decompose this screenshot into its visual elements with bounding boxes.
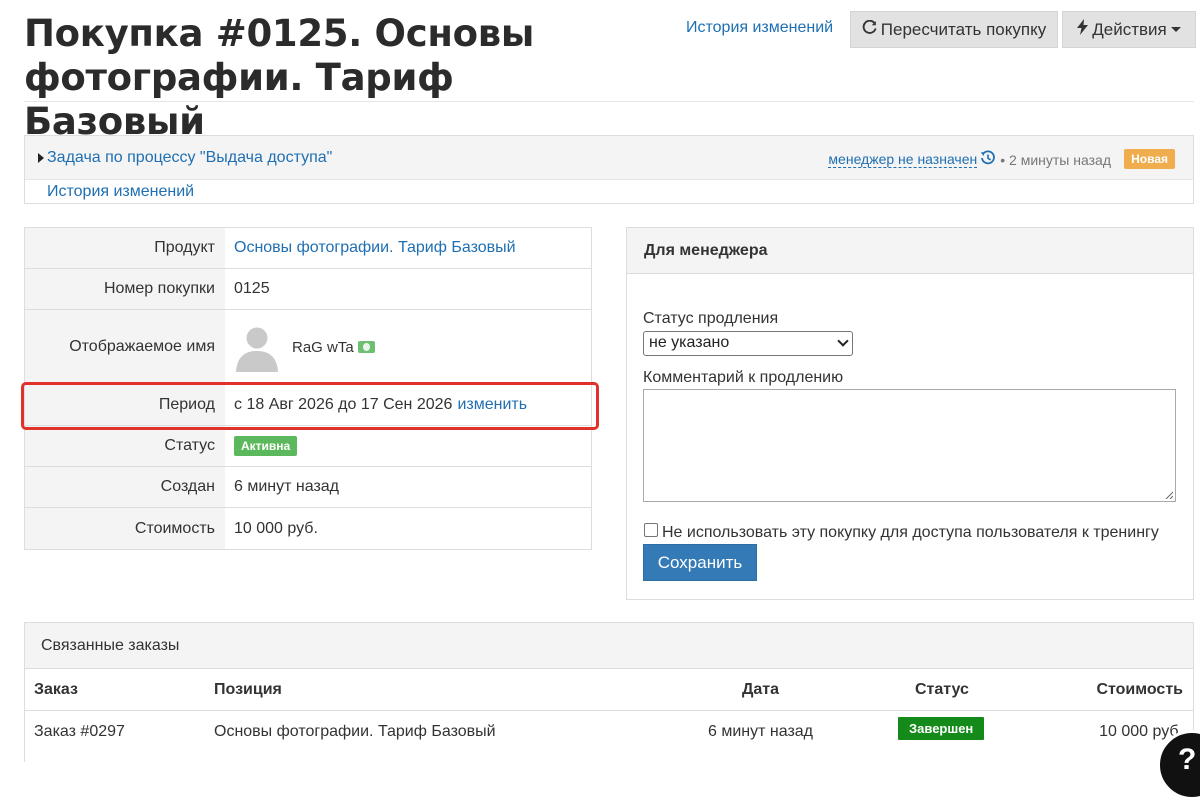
new-badge: Новая [1124, 149, 1175, 169]
cost-label: Стоимость [25, 508, 225, 549]
related-orders-panel: Связанные заказы Заказ Позиция Дата Стат… [24, 622, 1194, 762]
manager-link[interactable]: менеджер не назначен [828, 151, 978, 168]
info-row-name: Отображаемое имя RaG wTa [25, 310, 591, 385]
manager-panel-title: Для менеджера [627, 228, 1193, 274]
order-status-cell: Завершен [898, 717, 985, 740]
info-row-cost: Стоимость 10 000 руб. [25, 508, 591, 549]
history-clock-icon[interactable] [980, 150, 996, 169]
task-meta: менеджер не назначен • 2 минуты назад [828, 150, 1111, 169]
task-bar: Задача по процессу "Выдача доступа" мене… [25, 136, 1193, 180]
avatar[interactable] [234, 322, 280, 372]
exclude-checkbox[interactable] [644, 523, 658, 537]
created-label: Создан [25, 467, 225, 507]
expand-triangle-icon[interactable] [38, 153, 44, 163]
order-status-badge: Завершен [898, 717, 985, 740]
comment-textarea[interactable] [643, 389, 1176, 502]
period-label: Период [25, 385, 225, 425]
number-value: 0125 [234, 280, 270, 297]
col-header-status: Статус [915, 681, 969, 698]
related-orders-title: Связанные заказы [25, 623, 1193, 669]
exclude-checkbox-label[interactable]: Не использовать эту покупку для доступа … [662, 524, 1159, 542]
manager-panel: Для менеджера Статус продления не указан… [626, 227, 1194, 600]
order-link[interactable]: Заказ #0297 [34, 723, 125, 741]
recalc-button[interactable]: Пересчитать покупку [850, 11, 1058, 48]
period-change-link[interactable]: изменить [457, 396, 527, 414]
actions-label: Действия [1092, 19, 1167, 39]
task-history-link[interactable]: История изменений [47, 183, 194, 201]
cost-value: 10 000 руб. [234, 519, 318, 537]
resize-grip-icon[interactable] [1165, 491, 1173, 499]
page-title: Покупка #0125. Основы фотографии. Тариф … [24, 12, 535, 143]
task-time: • 2 минуты назад [1000, 151, 1111, 168]
status-label: Статус [25, 426, 225, 466]
money-icon [357, 341, 375, 353]
created-value: 6 минут назад [234, 478, 340, 495]
renewal-status-label: Статус продления [643, 310, 779, 327]
status-badge: Активна [234, 436, 298, 456]
product-link[interactable]: Основы фотографии. Тариф Базовый [234, 239, 516, 257]
purchase-info-table: Продукт Основы фотографии. Тариф Базовый… [24, 227, 592, 550]
comment-label: Комментарий к продлению [643, 369, 844, 386]
name-label: Отображаемое имя [25, 310, 225, 384]
product-label: Продукт [25, 228, 225, 268]
col-header-order: Заказ [34, 681, 78, 698]
number-label: Номер покупки [25, 269, 225, 309]
period-value: с 18 Авг 2026 до 17 Сен 2026 [234, 396, 453, 413]
info-row-period: Период с 18 Авг 2026 до 17 Сен 2026 изме… [25, 385, 591, 426]
col-header-date: Дата [742, 681, 780, 698]
info-row-created: Создан 6 минут назад [25, 467, 591, 508]
order-date: 6 минут назад [708, 723, 814, 740]
actions-dropdown[interactable]: Действия [1062, 11, 1196, 48]
history-link[interactable]: История изменений [686, 19, 833, 37]
task-panel: Задача по процессу "Выдача доступа" мене… [24, 135, 1194, 204]
info-row-number: Номер покупки 0125 [25, 269, 591, 310]
order-position: Основы фотографии. Тариф Базовый [214, 723, 496, 740]
info-row-status: Статус Активна [25, 426, 591, 467]
recalc-button-label: Пересчитать покупку [880, 19, 1047, 39]
col-header-position: Позиция [214, 681, 282, 698]
task-title-link[interactable]: Задача по процессу "Выдача доступа" [47, 149, 332, 167]
refresh-icon [862, 19, 877, 40]
chevron-down-icon [837, 335, 849, 347]
info-row-product: Продукт Основы фотографии. Тариф Базовый [25, 228, 591, 269]
user-name[interactable]: RaG wTa [292, 339, 354, 356]
renewal-status-select[interactable]: не указано [643, 331, 853, 356]
renewal-status-value: не указано [649, 334, 730, 351]
caret-down-icon [1170, 27, 1181, 32]
save-button[interactable]: Сохранить [643, 544, 757, 581]
bolt-icon [1077, 19, 1089, 40]
col-header-cost: Стоимость [1096, 681, 1183, 698]
table-divider [25, 710, 1193, 711]
header-divider [24, 101, 1194, 102]
